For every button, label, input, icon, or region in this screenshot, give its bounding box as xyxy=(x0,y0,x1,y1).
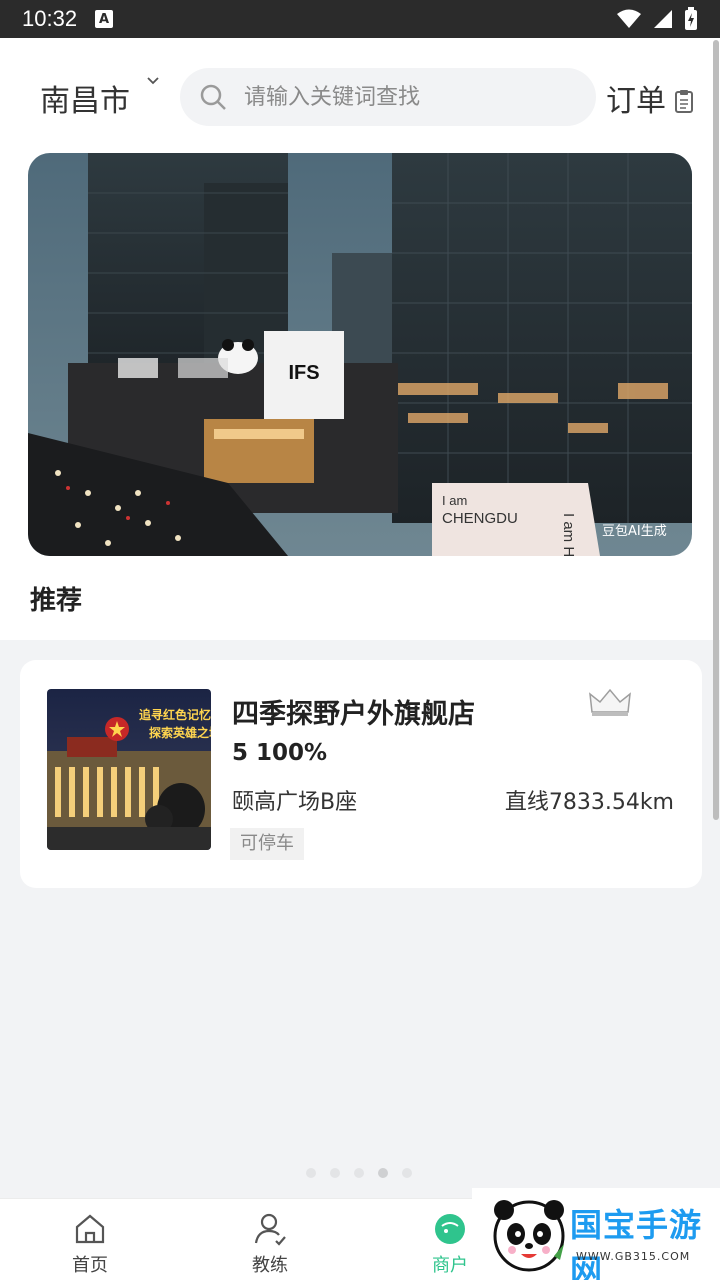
store-card[interactable]: 追寻红色记忆 探索英雄之城 四季探野户外旗舰店 5 100% 颐高广场B座 直线… xyxy=(20,660,702,888)
orders-button[interactable]: 订单 xyxy=(606,76,694,120)
store-distance: 直线7833.54km xyxy=(504,790,674,815)
store-address: 颐高广场B座 xyxy=(232,790,358,815)
banner-credit: 豆包AI生成 xyxy=(602,524,667,539)
search-input[interactable] xyxy=(244,84,584,110)
status-icons xyxy=(616,7,698,31)
a-badge-icon: A xyxy=(95,10,114,28)
store-name: 四季探野户外旗舰店 xyxy=(232,699,475,730)
orders-label: 订单 xyxy=(606,84,666,119)
crown-icon xyxy=(589,688,631,716)
banner-image[interactable]: IFS I am CHENGDU I am Here 豆包AI生成 xyxy=(28,153,692,556)
store-rating: 5 100% xyxy=(232,740,328,766)
parking-tag: 可停车 xyxy=(230,828,304,860)
top-section: 南昌市 订单 xyxy=(0,38,720,640)
pager-dot[interactable] xyxy=(354,1168,364,1178)
coach-icon xyxy=(254,1213,286,1246)
panda-logo-icon xyxy=(493,1200,565,1272)
thumb-caption-2: 探索英雄之城 xyxy=(149,725,211,740)
status-time: 10:32 xyxy=(22,6,78,31)
header: 南昌市 订单 xyxy=(0,68,720,128)
store-thumbnail: 追寻红色记忆 探索英雄之城 xyxy=(47,689,211,850)
battery-icon xyxy=(685,7,697,30)
nav-home-label: 首页 xyxy=(72,1255,108,1276)
watermark-url: WWW.GB315.COM xyxy=(576,1250,691,1263)
status-bar: 10:32 A xyxy=(0,0,720,38)
section-title: 推荐 xyxy=(30,586,83,616)
pager-dots xyxy=(306,1168,412,1178)
nav-coach[interactable]: 教练 xyxy=(220,1211,320,1277)
svg-text:I am: I am xyxy=(442,493,467,508)
merchant-icon xyxy=(435,1214,465,1244)
search-icon xyxy=(200,84,226,110)
svg-text:CHENGDU: CHENGDU xyxy=(442,510,518,527)
pager-dot[interactable] xyxy=(402,1168,412,1178)
clipboard-icon xyxy=(675,90,693,113)
signal-icon xyxy=(654,10,672,28)
watermark: 国宝手游网 WWW.GB315.COM xyxy=(472,1188,720,1280)
svg-text:I am Here: I am Here xyxy=(560,513,577,556)
pager-dot[interactable] xyxy=(330,1168,340,1178)
pager-dot[interactable] xyxy=(306,1168,316,1178)
city-selector[interactable]: 南昌市 xyxy=(40,76,130,120)
scrollbar[interactable] xyxy=(713,40,719,820)
pager-dot-active[interactable] xyxy=(378,1168,388,1178)
home-icon xyxy=(75,1214,105,1244)
chevron-down-icon[interactable] xyxy=(146,74,160,88)
svg-text:IFS: IFS xyxy=(288,362,319,384)
nav-coach-label: 教练 xyxy=(252,1255,288,1276)
wifi-icon xyxy=(617,9,641,28)
search-bar[interactable] xyxy=(180,68,596,126)
nav-home[interactable]: 首页 xyxy=(40,1211,140,1277)
thumb-caption-1: 追寻红色记忆 xyxy=(139,707,211,722)
watermark-text: 国宝手游网 xyxy=(570,1206,703,1280)
